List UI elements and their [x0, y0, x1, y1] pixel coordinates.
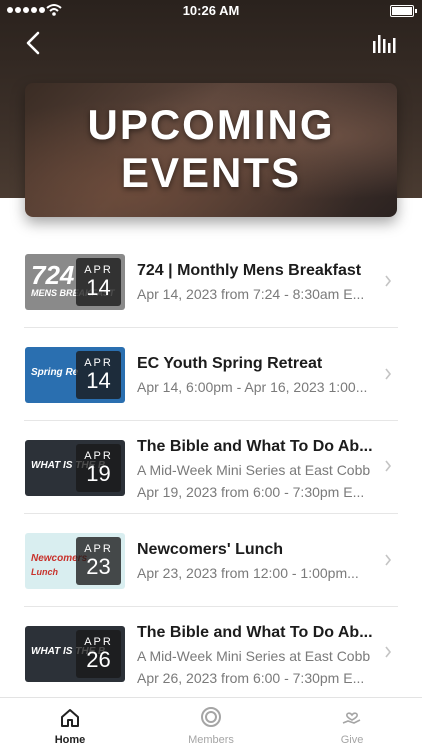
members-icon	[201, 707, 221, 727]
chevron-right-icon	[385, 275, 392, 287]
hero-title: UPCOMING EVENTS	[25, 101, 397, 197]
tab-give[interactable]: Give	[282, 698, 422, 750]
event-title: The Bible and What To Do Ab...	[137, 438, 373, 455]
tab-bar: Home Members Give	[0, 697, 422, 750]
tab-label: Members	[188, 734, 234, 746]
chevron-right-icon	[385, 554, 392, 566]
hero-title-line1: UPCOMING	[87, 101, 335, 148]
event-subtitle: Apr 14, 2023 from 7:24 - 8:30am E...	[137, 286, 365, 302]
date-day: 14	[86, 368, 111, 393]
date-day: 23	[86, 554, 111, 579]
tab-members[interactable]: Members	[141, 698, 281, 750]
event-list-item[interactable]: 724 MENS BREAKFAST APR 14 724 | Monthly …	[0, 235, 422, 328]
hero-banner: UPCOMING EVENTS	[25, 83, 397, 217]
event-title: 724 | Monthly Mens Breakfast	[137, 262, 362, 279]
date-badge: APR 23	[76, 537, 121, 585]
date-badge: APR 14	[76, 351, 121, 399]
event-thumbnail-art: 724	[31, 260, 75, 290]
status-bar: 10:26 AM	[0, 0, 422, 22]
tab-label: Give	[340, 734, 364, 746]
date-day: 19	[86, 461, 111, 486]
event-thumbnail: Newcomers Lunch APR 23	[25, 533, 125, 589]
chevron-right-icon	[385, 460, 392, 472]
chevron-right-icon	[385, 646, 392, 658]
event-detail: Apr 19, 2023 from 6:00 - 7:30pm E...	[137, 484, 365, 500]
date-badge: APR 26	[76, 630, 121, 678]
event-subtitle: A Mid-Week Mini Series at East Cobb	[137, 648, 371, 664]
home-icon	[61, 709, 79, 727]
tab-label: Home	[54, 734, 86, 746]
date-day: 14	[86, 275, 111, 300]
event-title: Newcomers' Lunch	[137, 541, 284, 558]
event-title: The Bible and What To Do Ab...	[137, 624, 373, 641]
hero-title-line2: EVENTS	[120, 149, 302, 196]
event-list-item[interactable]: Newcomers Lunch APR 23 Newcomers' Lunch …	[0, 514, 422, 607]
event-list-item[interactable]: WHAT IS THE B APR 26 The Bible and What …	[0, 607, 422, 700]
events-list: 724 MENS BREAKFAST APR 14 724 | Monthly …	[0, 235, 422, 700]
audio-bars-icon[interactable]	[372, 33, 398, 53]
event-thumbnail-art-sub: Lunch	[31, 567, 58, 577]
tab-home[interactable]: Home	[0, 698, 140, 750]
event-subtitle: A Mid-Week Mini Series at East Cobb	[137, 462, 371, 478]
date-day: 26	[86, 647, 111, 672]
event-detail: Apr 26, 2023 from 6:00 - 7:30pm E...	[137, 670, 365, 686]
event-subtitle: Apr 23, 2023 from 12:00 - 1:00pm...	[137, 565, 359, 581]
event-title: EC Youth Spring Retreat	[137, 355, 323, 372]
give-icon	[342, 712, 361, 724]
date-badge: APR 14	[76, 258, 121, 306]
event-thumbnail: WHAT IS THE B APR 19	[25, 440, 125, 496]
event-thumbnail: Spring Re APR 14	[25, 347, 125, 403]
battery-icon	[390, 5, 417, 17]
event-thumbnail: 724 MENS BREAKFAST APR 14	[25, 254, 125, 310]
event-thumbnail: WHAT IS THE B APR 26	[25, 626, 125, 682]
date-badge: APR 19	[76, 444, 121, 492]
event-list-item[interactable]: WHAT IS THE B APR 19 The Bible and What …	[0, 421, 422, 514]
event-subtitle: Apr 14, 6:00pm - Apr 16, 2023 1:00...	[137, 379, 368, 395]
status-time: 10:26 AM	[182, 3, 240, 18]
event-thumbnail-art: Spring Re	[31, 367, 79, 378]
back-button[interactable]	[22, 30, 46, 56]
event-list-item[interactable]: Spring Re APR 14 EC Youth Spring Retreat…	[0, 328, 422, 421]
chevron-right-icon	[385, 368, 392, 380]
